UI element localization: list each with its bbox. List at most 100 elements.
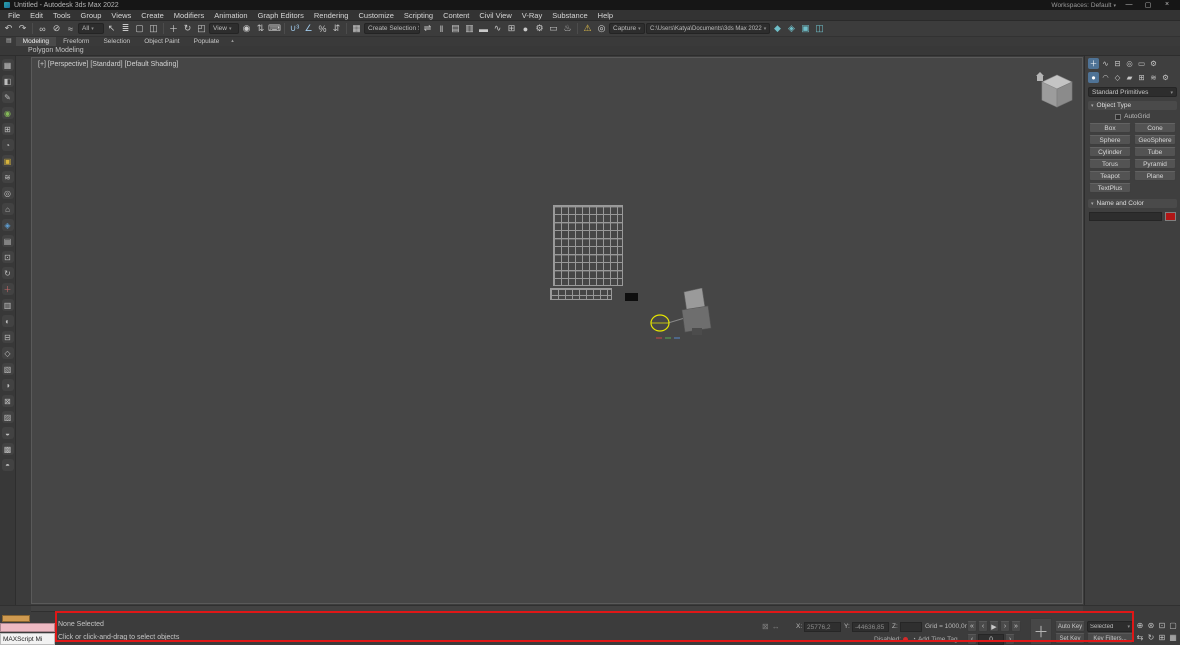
menu-item[interactable]: Graph Editors (253, 10, 309, 21)
modify-tab-icon[interactable]: ∿ (1100, 58, 1111, 69)
reference-coordinate-dropdown[interactable]: View (209, 23, 239, 34)
display-tab-icon[interactable]: ▭ (1136, 58, 1147, 69)
autogrid-checkbox[interactable] (1115, 113, 1122, 120)
left-tool-icon-25[interactable]: ▩ (1, 443, 14, 455)
capture-dropdown[interactable]: Capture (609, 23, 645, 34)
y-coordinate-field[interactable]: -44636,85 (852, 622, 889, 632)
left-tool-icon-23[interactable]: ▨ (1, 411, 14, 423)
menu-item[interactable]: Create (136, 10, 169, 21)
perspective-viewport[interactable]: [+] [Perspective] [Standard] [Default Sh… (31, 57, 1083, 604)
rendered-frame-window-icon[interactable]: ▭ (547, 22, 560, 35)
ribbon-tab-freeform[interactable]: Freeform (56, 37, 96, 46)
mirror-icon[interactable]: ⇌ (421, 22, 434, 35)
toolbar-extra-icon-2[interactable]: ◈ (785, 22, 798, 35)
zoom-all-icon[interactable]: ⊛ (1146, 620, 1156, 631)
auto-key-button[interactable]: Auto Key (1055, 621, 1085, 632)
left-tool-icon-15[interactable]: ＋ (1, 283, 14, 295)
unlink-selection-icon[interactable]: ⊘ (50, 22, 63, 35)
building-facade-lower-object[interactable] (550, 288, 612, 300)
left-tool-icon-5[interactable]: ⊞ (1, 123, 14, 135)
primitive-category-dropdown[interactable]: Standard Primitives (1088, 87, 1177, 97)
bind-to-space-warp-icon[interactable]: ≈ (64, 22, 77, 35)
menu-item[interactable]: Customize (353, 10, 398, 21)
angle-snap-icon[interactable]: ∠ (302, 22, 315, 35)
menu-item[interactable]: Modifiers (169, 10, 209, 21)
render-production-icon[interactable]: ♨ (561, 22, 574, 35)
left-tool-icon-26[interactable]: ◓ (1, 459, 14, 471)
time-tag-area[interactable]: ◔ Add Time Tag (912, 636, 958, 643)
next-key-icon[interactable]: › (1005, 634, 1015, 645)
x-coordinate-field[interactable]: 25776,2 (804, 622, 841, 632)
pan-icon[interactable]: ⇆ (1135, 632, 1145, 643)
left-tool-icon-16[interactable]: ▥ (1, 299, 14, 311)
building-facade-object[interactable] (553, 205, 623, 286)
close-icon[interactable]: × (1162, 1, 1172, 9)
object-name-field[interactable] (1089, 212, 1162, 221)
schematic-view-icon[interactable]: ⊞ (505, 22, 518, 35)
pyramid-button[interactable]: Pyramid (1134, 159, 1176, 169)
undo-icon[interactable]: ↶ (2, 22, 15, 35)
left-tool-icon-2[interactable]: ◧ (1, 75, 14, 87)
utilities-tab-icon[interactable]: ⚙ (1148, 58, 1159, 69)
left-tool-icon-20[interactable]: ▧ (1, 363, 14, 375)
left-tool-icon-22[interactable]: ⊠ (1, 395, 14, 407)
menu-item[interactable]: Help (593, 10, 618, 21)
viewcube[interactable] (1032, 68, 1082, 114)
motion-tab-icon[interactable]: ◎ (1124, 58, 1135, 69)
use-pivot-point-icon[interactable]: ◉ (240, 22, 253, 35)
z-coordinate-field[interactable] (900, 622, 922, 632)
project-folder-dropdown[interactable]: C:\Users\Katya\Documents\3ds Max 2022 (646, 23, 770, 34)
ribbon-tab-object-paint[interactable]: Object Paint (137, 37, 186, 46)
name-and-color-rollout-header[interactable]: Name and Color (1088, 199, 1177, 208)
maxscript-listener-button[interactable] (2, 615, 30, 622)
keyboard-shortcut-override-icon[interactable]: ⌨ (268, 22, 281, 35)
spotlight-object[interactable] (632, 288, 752, 403)
edit-named-selection-sets-icon[interactable]: ▦ (350, 22, 363, 35)
teapot-button[interactable]: Teapot (1089, 171, 1131, 181)
geometry-category-icon[interactable]: ● (1088, 72, 1099, 83)
box-button[interactable]: Box (1089, 123, 1131, 133)
torus-button[interactable]: Torus (1089, 159, 1131, 169)
select-and-move-icon[interactable]: ＋ (167, 22, 180, 35)
left-tool-icon-11[interactable]: ◈ (1, 219, 14, 231)
go-to-end-icon[interactable]: » (1011, 621, 1021, 632)
window-crossing-icon[interactable]: ◫ (147, 22, 160, 35)
rectangular-selection-region-icon[interactable]: ▢ (133, 22, 146, 35)
previous-key-icon[interactable]: ‹ (967, 634, 977, 645)
left-tool-icon-17[interactable]: ◐ (1, 315, 14, 327)
object-color-swatch[interactable] (1165, 212, 1176, 221)
left-tool-icon-7[interactable]: ▣ (1, 155, 14, 167)
left-tool-icon-3[interactable]: ✎ (1, 91, 14, 103)
key-filters-button[interactable]: Key Filters... (1087, 633, 1133, 644)
sphere-icon[interactable]: ◎ (595, 22, 608, 35)
select-and-manipulate-icon[interactable]: ⇅ (254, 22, 267, 35)
macro-recorder-field[interactable] (0, 623, 55, 632)
zoom-region-icon[interactable]: ▢ (1168, 620, 1178, 631)
cone-button[interactable]: Cone (1134, 123, 1176, 133)
toggle-layer-explorer-icon[interactable]: ▥ (463, 22, 476, 35)
spinner-snap-icon[interactable]: ⇵ (330, 22, 343, 35)
render-setup-icon[interactable]: ⚙ (533, 22, 546, 35)
named-selection-set-combo[interactable]: Create Selection Se (364, 23, 420, 34)
select-by-name-icon[interactable]: ≣ (119, 22, 132, 35)
orbit-icon[interactable]: ↻ (1146, 632, 1156, 643)
menu-item[interactable]: Group (76, 10, 107, 21)
ribbon-config-icon[interactable]: ▤ (2, 37, 16, 46)
app-icon[interactable] (4, 2, 10, 8)
material-editor-icon[interactable]: ● (519, 22, 532, 35)
zoom-icon[interactable]: ⊕ (1135, 620, 1145, 631)
menu-item[interactable]: Scripting (399, 10, 438, 21)
current-frame-field[interactable]: 0 (978, 634, 1004, 645)
create-tab-icon[interactable]: ＋ (1088, 58, 1099, 69)
select-and-rotate-icon[interactable]: ↻ (181, 22, 194, 35)
sphere-button[interactable]: Sphere (1089, 135, 1131, 145)
play-icon[interactable]: ▶ (989, 621, 999, 632)
left-tool-icon-8[interactable]: ≋ (1, 171, 14, 183)
absolute-offset-mode-icon[interactable]: ↔ (772, 622, 780, 631)
left-tool-icon-18[interactable]: ⊟ (1, 331, 14, 343)
menu-item[interactable]: Edit (25, 10, 48, 21)
menu-item[interactable]: Tools (48, 10, 76, 21)
left-tool-icon-9[interactable]: ◎ (1, 187, 14, 199)
ribbon-collapse-icon[interactable]: ▴ (226, 37, 239, 46)
snaps-toggle-icon[interactable]: ∪³ (288, 22, 301, 35)
